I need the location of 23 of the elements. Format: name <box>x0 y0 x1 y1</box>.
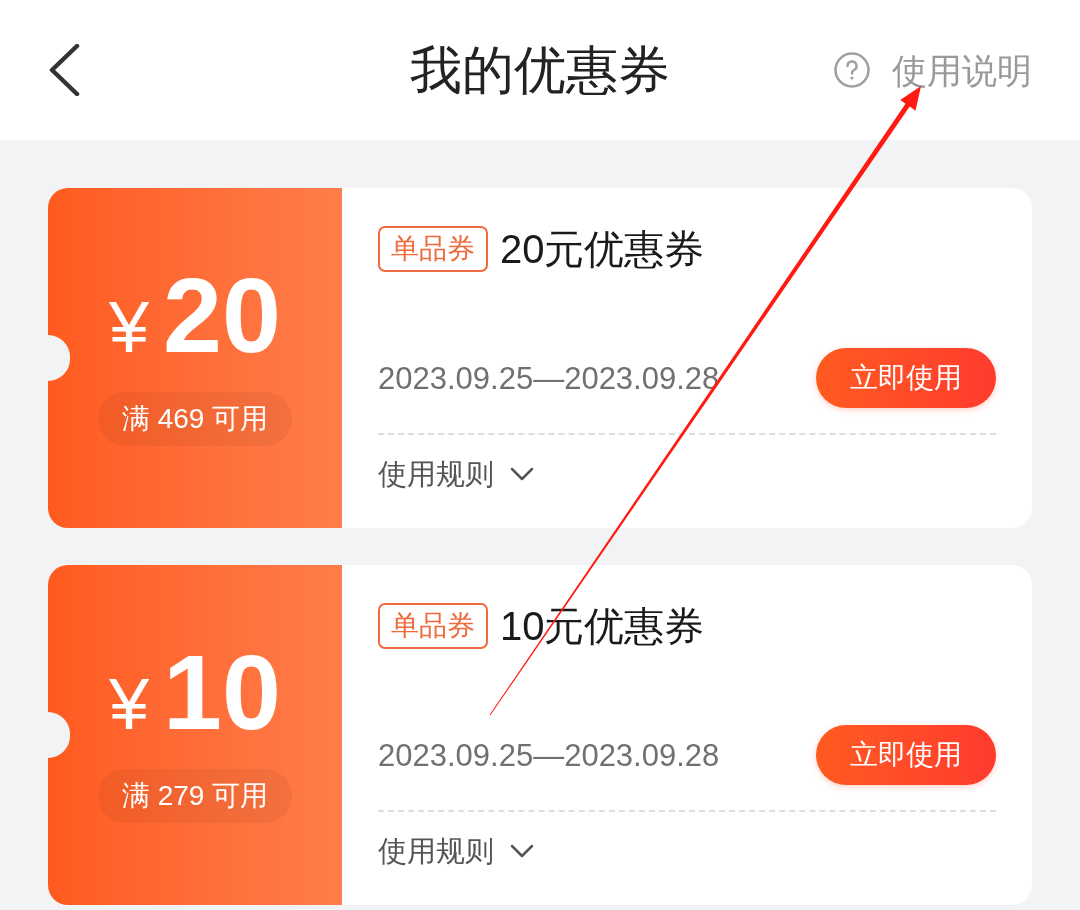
validity-period: 2023.09.25—2023.09.28 <box>378 739 720 771</box>
min-spend-condition: 满 469 可用 <box>97 392 293 446</box>
usage-rules-toggle[interactable]: 使用规则 <box>378 454 534 494</box>
back-chevron-icon <box>48 44 80 96</box>
help-icon <box>834 52 870 88</box>
use-now-button[interactable]: 立即使用 <box>816 348 996 408</box>
currency-symbol: ¥ <box>109 668 150 740</box>
ticket-notch <box>48 712 70 758</box>
coupon-type-tag: 单品券 <box>378 226 488 272</box>
back-button[interactable] <box>48 43 82 97</box>
ticket-notch <box>48 335 70 381</box>
use-now-button[interactable]: 立即使用 <box>816 725 996 785</box>
min-spend-condition: 满 279 可用 <box>97 769 293 823</box>
page-title: 我的优惠券 <box>410 44 670 96</box>
coupon-amount: 10 <box>163 639 281 745</box>
validity-period: 2023.09.25—2023.09.28 <box>378 362 720 394</box>
coupon-amount: 20 <box>163 262 281 368</box>
usage-rules-toggle[interactable]: 使用规则 <box>378 831 534 871</box>
coupon-name: 20元优惠券 <box>500 229 705 269</box>
coupon-name: 10元优惠券 <box>500 606 705 646</box>
coupon-type-tag: 单品券 <box>378 603 488 649</box>
currency-symbol: ¥ <box>109 291 150 363</box>
usage-guide-link[interactable]: 使用说明 <box>834 52 1032 88</box>
